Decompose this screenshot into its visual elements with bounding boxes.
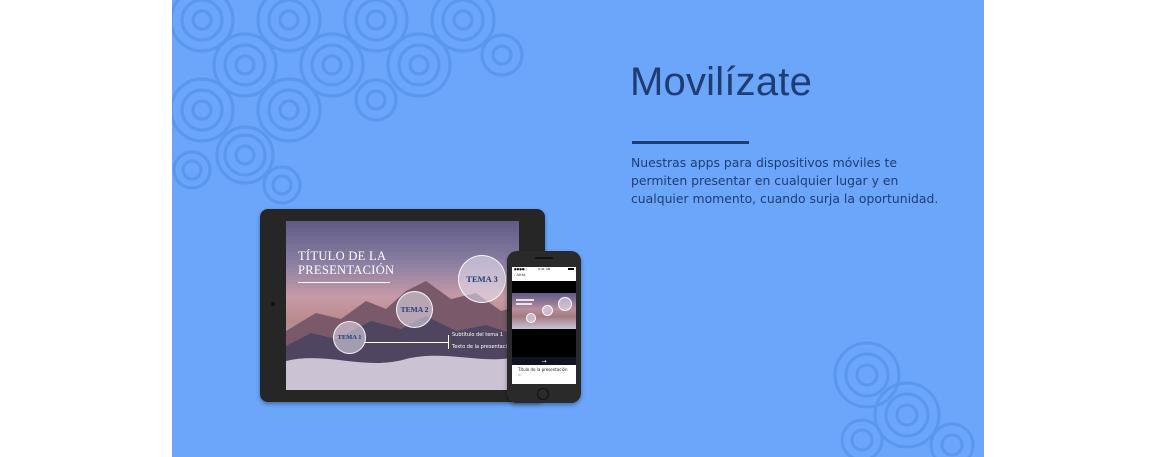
wave-pattern-bottom-right — [833, 341, 975, 457]
tablet-camera — [271, 302, 275, 306]
slide-title-underline — [298, 282, 390, 283]
phone-caption: Título de la presentación — [518, 367, 568, 372]
phone-slide-preview — [512, 293, 576, 329]
hero-description: Nuestras apps para dispositivos móviles … — [631, 155, 939, 206]
home-button-icon — [537, 388, 549, 400]
battery-icon — [568, 268, 574, 270]
back-link[interactable]: ‹ Atrás — [514, 273, 526, 277]
connector-line — [448, 335, 449, 349]
topic-note: Subtítulo del tema 1 — [452, 332, 504, 338]
slide-title: TÍTULO DE LA PRESENTACIÓN — [298, 249, 395, 277]
phone-mockup: ●●●●○ 9:41 AM ‹ Atrás → Título de la pre… — [507, 251, 581, 403]
topic-bubble-2: TEMA 2 — [396, 291, 433, 328]
hero-panel: Movilízate Nuestras apps para dispositiv… — [172, 0, 984, 457]
topic-bubble-1: TEMA 1 — [333, 321, 366, 354]
title-underline — [632, 141, 749, 144]
hero-title: Movilízate — [630, 60, 813, 104]
phone-subcaption: Tú — [518, 373, 522, 377]
tablet-screen: TÍTULO DE LA PRESENTACIÓN Subtítulo del … — [286, 221, 519, 390]
phone-status-bar: ●●●●○ 9:41 AM — [512, 267, 576, 272]
phone-screen: ●●●●○ 9:41 AM ‹ Atrás → Título de la pre… — [512, 267, 576, 384]
connector-line — [364, 342, 448, 343]
phone-speaker — [535, 257, 553, 259]
topic-note: Texto de la presentación — [452, 344, 514, 350]
topic-bubble-3: TEMA 3 — [458, 255, 506, 303]
tablet-mockup: TÍTULO DE LA PRESENTACIÓN Subtítulo del … — [260, 209, 545, 402]
next-arrow-icon[interactable]: → — [512, 357, 576, 365]
